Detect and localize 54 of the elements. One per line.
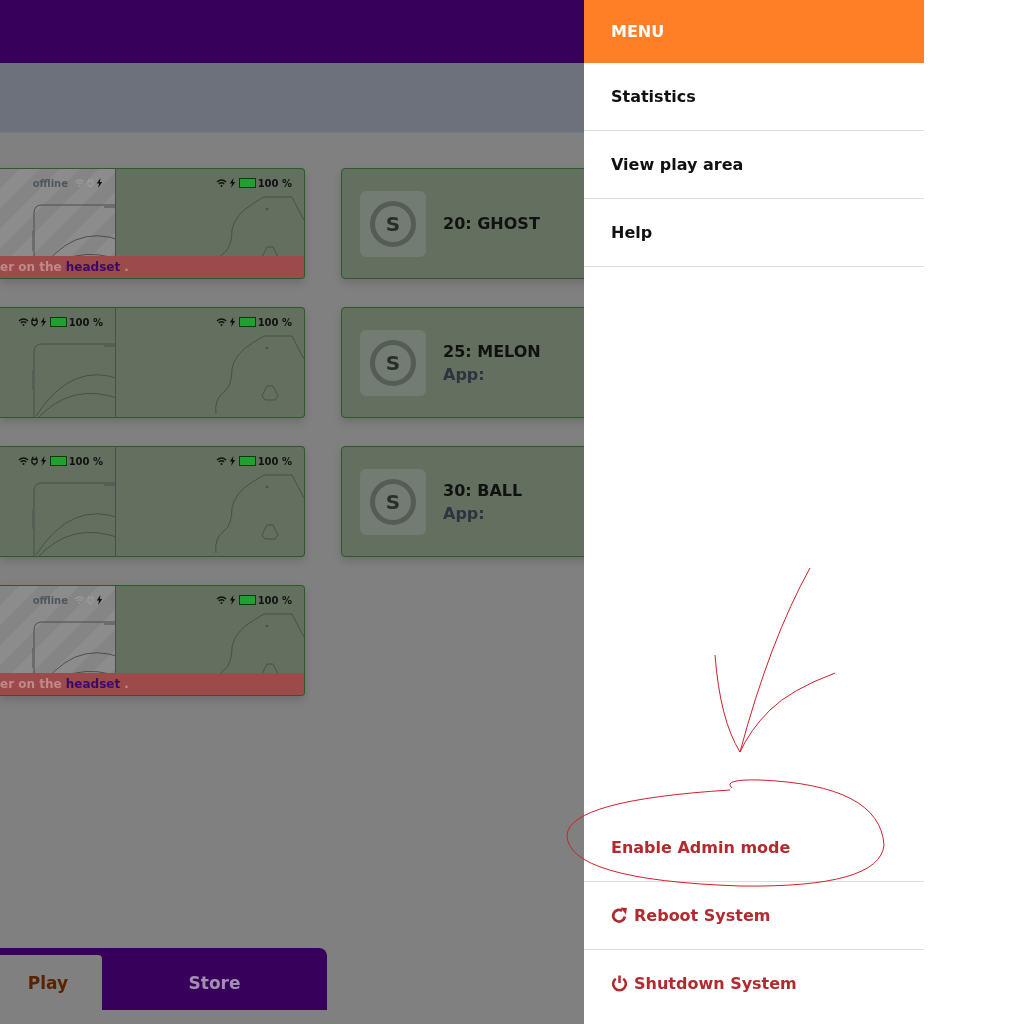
warning-message: er on the headset . (0, 260, 129, 274)
battery-icon (49, 456, 67, 466)
power-icon (611, 975, 628, 992)
app-label: App: (443, 364, 486, 384)
status-label: offline (32, 594, 68, 606)
lightning-icon (228, 595, 236, 605)
logo-icon: S (370, 200, 416, 247)
battery-icon (238, 317, 256, 327)
battery-percentage: 100 % (257, 455, 292, 467)
device-card[interactable]: offline 100 % er on the headset . (0, 168, 305, 279)
device-card[interactable]: 100 % 100 % (0, 307, 305, 418)
battery-percentage: 100 % (257, 316, 292, 328)
battery-icon (238, 595, 256, 605)
lightning-icon (96, 178, 103, 188)
plug-icon (30, 317, 38, 327)
lightning-icon (96, 595, 103, 605)
device-card[interactable]: 100 % 100 % (0, 446, 305, 557)
wifi-icon (17, 317, 29, 327)
wifi-icon (215, 595, 227, 605)
battery-percentage: 100 % (257, 594, 292, 606)
station-title: 25: MELON (443, 341, 541, 361)
menu-title: MENU (611, 22, 665, 41)
battery-percentage: 100 % (68, 316, 103, 328)
headset-link[interactable]: headset (65, 260, 121, 274)
station-card[interactable]: S 30: BALL App: (341, 446, 584, 557)
plug-icon (30, 456, 38, 466)
battery-percentage: 100 % (257, 177, 292, 189)
station-card[interactable]: S 25: MELON App: (341, 307, 584, 418)
nav-tab[interactable]: Store (102, 955, 327, 1010)
nav-tab[interactable]: Play (0, 955, 102, 1010)
battery-percentage: 100 % (68, 455, 103, 467)
battery-icon (238, 178, 256, 188)
lightning-icon (39, 317, 47, 327)
logo-icon: S (370, 339, 416, 386)
wifi-icon (215, 317, 227, 327)
lightning-icon (228, 456, 236, 466)
wifi-icon (17, 456, 29, 466)
station-card[interactable]: S 20: GHOST (341, 168, 584, 279)
battery-icon (238, 456, 256, 466)
logo-icon: S (370, 478, 416, 525)
status-label: offline (32, 177, 68, 189)
headset-link[interactable]: headset (65, 677, 121, 691)
lightning-icon (39, 456, 47, 466)
wifi-icon (215, 178, 227, 188)
wifi-icon (215, 456, 227, 466)
station-title: 20: GHOST (443, 214, 540, 233)
station-title: 30: BALL (443, 480, 523, 500)
device-card[interactable]: offline 100 % er on the headset . (0, 585, 305, 696)
reload-icon (611, 907, 628, 924)
lightning-icon (228, 178, 236, 188)
lightning-icon (228, 317, 236, 327)
app-label: App: (443, 503, 486, 523)
warning-message: er on the headset . (0, 677, 129, 691)
battery-icon (49, 317, 67, 327)
